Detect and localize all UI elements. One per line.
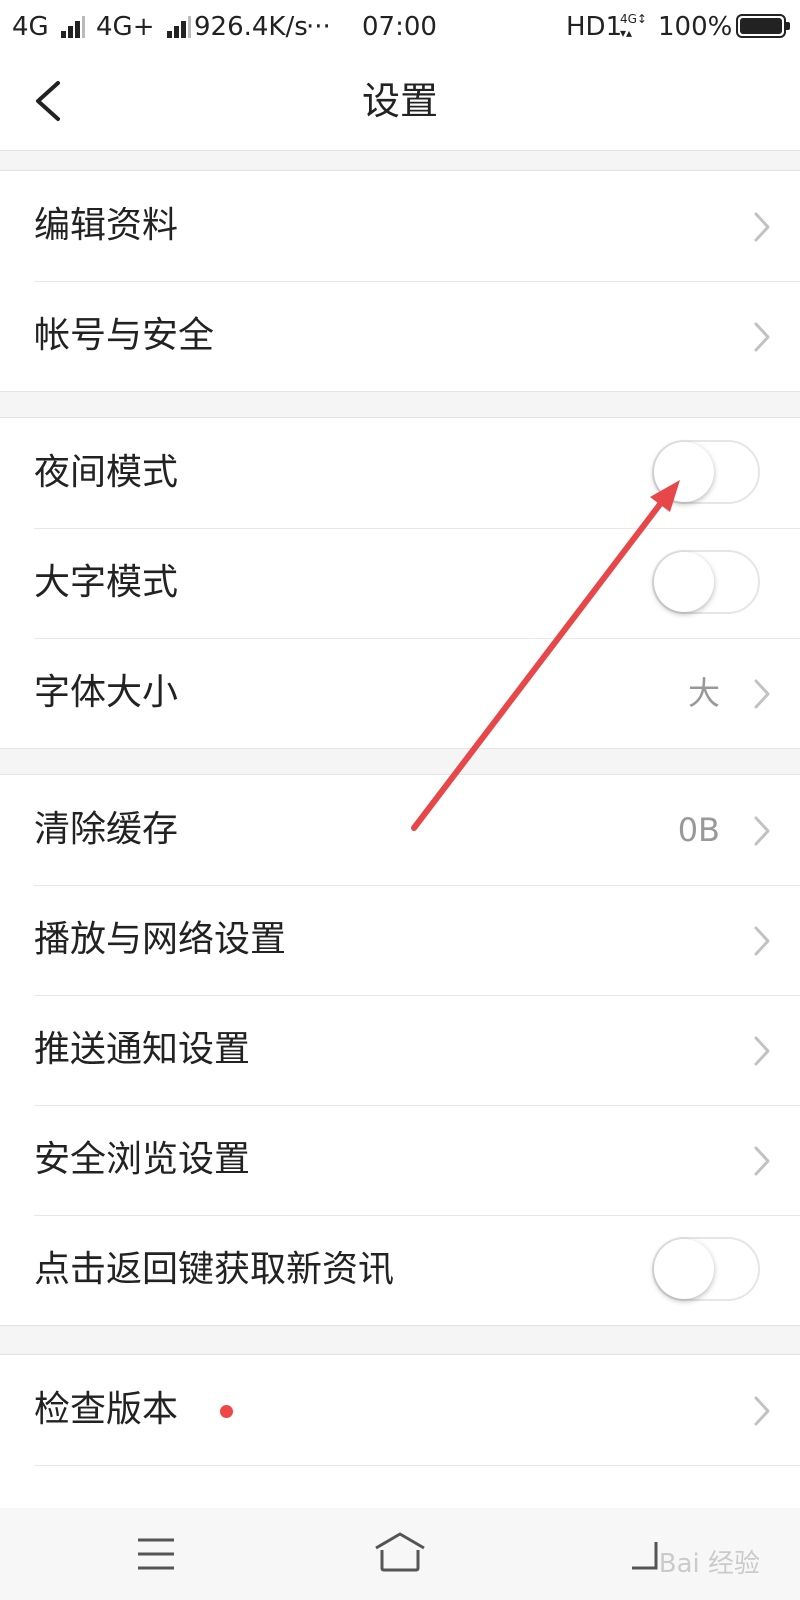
edit-profile-row[interactable]: 编辑资料 (0, 171, 800, 281)
font-size-row[interactable]: 字体大小 大 (0, 638, 800, 748)
network-label-1: 4G (12, 12, 49, 42)
chevron-right-icon (754, 1036, 770, 1066)
chevron-right-icon (754, 1396, 770, 1426)
data-arrows-icon: 4G↕ ▾▴ (620, 12, 647, 40)
settings-screen: 4G 4G+ 926.4K/s ··· 07:00 HD1 4G↕ ▾▴ 100%… (0, 0, 800, 1600)
page-title: 设置 (361, 79, 438, 123)
account-security-row[interactable]: 帐号与安全 (0, 281, 800, 391)
signal-icon (60, 15, 89, 40)
check-version-row[interactable]: 检查版本 (0, 1355, 800, 1465)
row-label: 推送通知设置 (34, 1029, 251, 1070)
row-label: 帐号与安全 (34, 315, 215, 356)
push-notifications-row[interactable]: 推送通知设置 (0, 995, 800, 1105)
more-indicator: ··· (306, 12, 331, 42)
clear-cache-row[interactable]: 清除缓存 0B (0, 775, 800, 885)
cache-size-value: 0B (677, 811, 720, 849)
night-mode-row: 夜间模式 (0, 418, 800, 528)
back-refresh-row: 点击返回键获取新资讯 (0, 1215, 800, 1325)
row-label: 编辑资料 (34, 205, 179, 246)
general-group: 清除缓存 0B 播放与网络设置 推送通知设置 安全浏览设置 点击返回键获取新资讯 (0, 774, 800, 1326)
update-dot (220, 1405, 233, 1418)
clock: 07:00 (362, 12, 437, 42)
playback-network-row[interactable]: 播放与网络设置 (0, 885, 800, 995)
chevron-right-icon (754, 212, 770, 242)
row-label: 清除缓存 (34, 809, 179, 850)
row-label: 字体大小 (34, 672, 179, 713)
chevron-right-icon (754, 1146, 770, 1176)
back-refresh-toggle[interactable] (652, 1237, 760, 1301)
watermark: Bai 经验 (658, 1549, 760, 1579)
home-icon[interactable] (372, 1530, 428, 1574)
row-label: 点击返回键获取新资讯 (34, 1249, 395, 1290)
about-group: 检查版本 (0, 1354, 800, 1515)
menu-icon[interactable] (136, 1536, 176, 1572)
row-label: 播放与网络设置 (34, 919, 287, 960)
toggle-knob (654, 442, 714, 502)
chevron-right-icon (754, 926, 770, 956)
display-group: 夜间模式 大字模式 字体大小 大 (0, 417, 800, 749)
night-mode-toggle[interactable] (652, 440, 760, 504)
toggle-knob (654, 552, 714, 612)
signal-icon (166, 15, 195, 40)
row-label: 检查版本 (34, 1389, 179, 1430)
network-speed: 926.4K/s (194, 12, 308, 42)
network-indicator-2: 4G+ (96, 10, 195, 44)
account-group: 编辑资料 帐号与安全 (0, 170, 800, 392)
back-arrow-icon[interactable] (30, 80, 70, 122)
navigation-bar: 设置 (0, 52, 800, 151)
chevron-right-icon (754, 322, 770, 352)
hd-indicator: HD1 (566, 12, 623, 42)
row-label: 夜间模式 (34, 452, 179, 493)
row-label: 大字模式 (34, 562, 179, 603)
network-label-2: 4G+ (96, 12, 155, 42)
toggle-knob (654, 1239, 714, 1299)
battery-icon (736, 14, 790, 38)
battery-percent: 100% (658, 12, 733, 42)
status-bar: 4G 4G+ 926.4K/s ··· 07:00 HD1 4G↕ ▾▴ 100% (0, 0, 800, 52)
network-indicator-1: 4G (12, 10, 89, 44)
large-font-mode-toggle[interactable] (652, 550, 760, 614)
safe-browsing-row[interactable]: 安全浏览设置 (0, 1105, 800, 1215)
row-label: 安全浏览设置 (34, 1139, 251, 1180)
large-font-mode-row: 大字模式 (0, 528, 800, 638)
chevron-right-icon (754, 816, 770, 846)
font-size-value: 大 (687, 674, 720, 712)
chevron-right-icon (754, 679, 770, 709)
